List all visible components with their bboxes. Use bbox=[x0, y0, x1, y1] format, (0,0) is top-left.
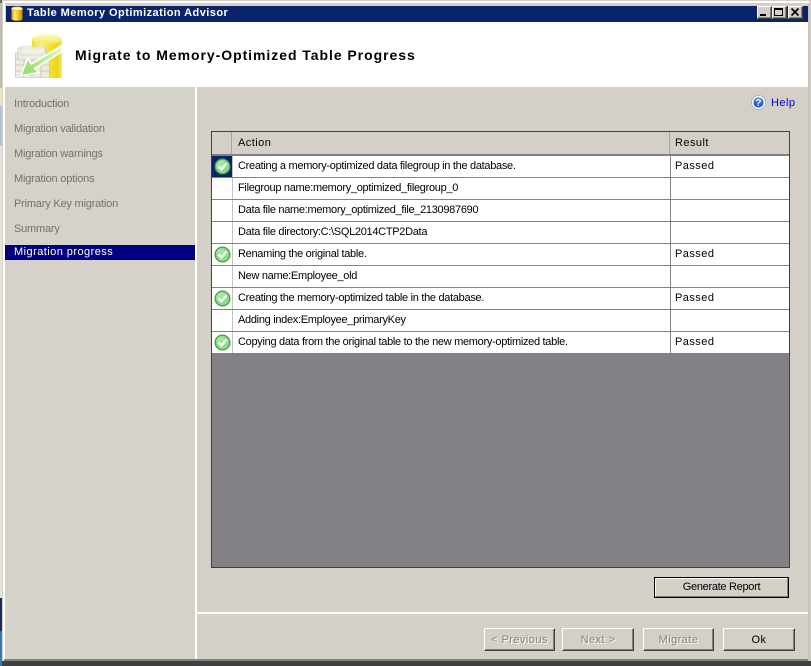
svg-text:?: ? bbox=[755, 98, 762, 109]
